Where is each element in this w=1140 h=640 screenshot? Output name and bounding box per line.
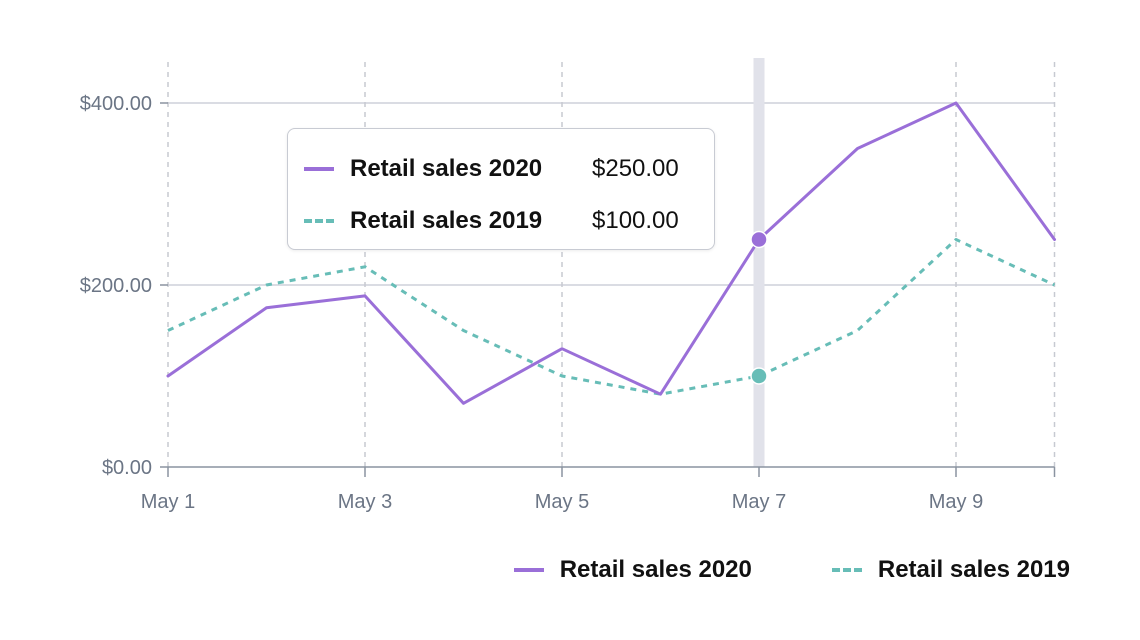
tooltip-series-name: Retail sales 2019	[350, 207, 543, 234]
hover-tooltip: Retail sales 2020 $250.00 Retail sales 2…	[287, 128, 715, 250]
line-chart: $0.00 $200.00 $400.00 May 1 May 3 May 5 May 7 M…	[0, 0, 1140, 640]
tooltip-series-name: Retail sales 2020	[350, 155, 543, 182]
x-tick-label: May 3	[338, 491, 392, 513]
y-tick-label: $200.00	[80, 275, 152, 297]
x-tick-label: May 9	[929, 491, 983, 513]
tooltip-swatch-2019	[304, 219, 334, 223]
tooltip-series-value: $100.00	[592, 207, 679, 234]
y-tick-label: $0.00	[102, 457, 152, 479]
chart-plot: $0.00 $200.00 $400.00 May 1 May 3 May 5 May 7 M…	[80, 58, 1056, 513]
tooltip-swatch-2020	[304, 167, 334, 171]
legend-swatch-2019	[831, 568, 862, 572]
chart-legend: Retail sales 2020 Retail sales 2019	[434, 556, 1070, 584]
x-tick-label: May 1	[141, 491, 195, 513]
tooltip-row-2019: Retail sales 2019 $100.00	[304, 195, 698, 247]
legend-item-2020[interactable]: Retail sales 2020	[513, 556, 752, 584]
x-tick-label: May 5	[535, 491, 589, 513]
tooltip-series-value: $250.00	[592, 155, 679, 182]
hover-point-2020	[750, 230, 768, 249]
legend-swatch-2020	[513, 568, 544, 572]
legend-label: Retail sales 2020	[559, 556, 752, 583]
x-tick-label: May 7	[732, 491, 786, 513]
hover-point-2019	[750, 367, 768, 385]
legend-label: Retail sales 2019	[877, 556, 1070, 583]
tooltip-row-2020: Retail sales 2020 $250.00	[304, 143, 698, 195]
legend-item-2019[interactable]: Retail sales 2019	[831, 556, 1070, 584]
y-tick-label: $400.00	[80, 93, 152, 115]
